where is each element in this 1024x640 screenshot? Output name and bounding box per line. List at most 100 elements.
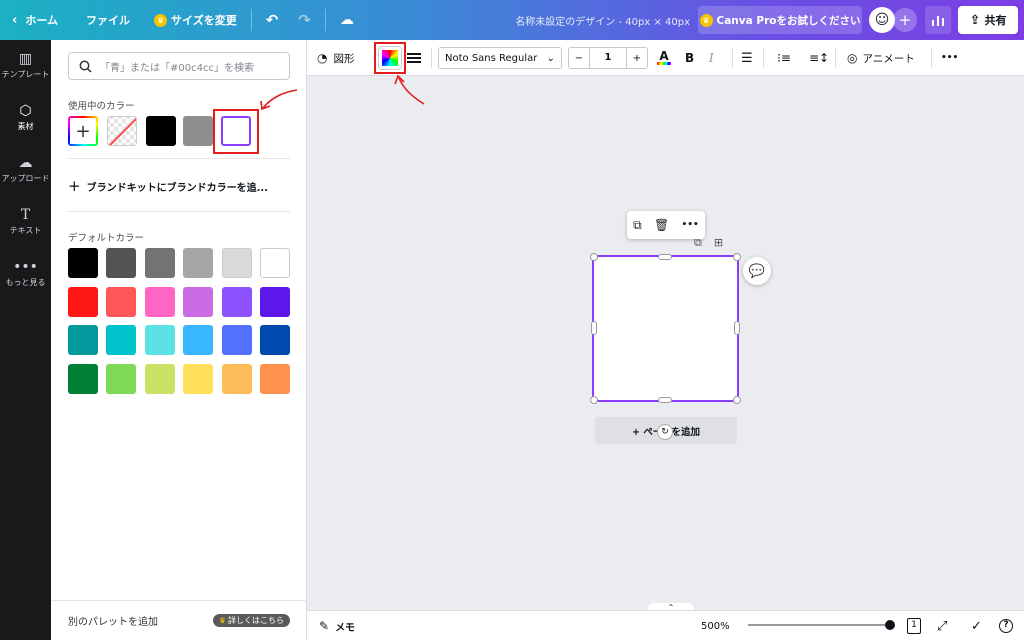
list-button[interactable]: ⁝≡	[777, 40, 791, 76]
rail-item-templates[interactable]: ▥ テンプレート	[0, 40, 51, 92]
learn-more-label: 詳しくはこちら	[228, 616, 284, 625]
help-button[interactable]: ?	[999, 611, 1013, 640]
page-count-button[interactable]: 1	[907, 611, 921, 640]
decrease-size-button[interactable]: −	[569, 53, 589, 64]
learn-more-badge[interactable]: ♛ 詳しくはこちら	[212, 614, 290, 627]
resize-handle[interactable]	[590, 396, 598, 404]
increase-size-button[interactable]: +	[627, 53, 647, 64]
rotate-handle[interactable]: ↻	[657, 424, 673, 440]
chevron-down-icon: ⌄	[546, 52, 555, 64]
zoom-slider-handle[interactable]	[885, 620, 895, 630]
color-swatch[interactable]	[183, 363, 214, 394]
text-icon: T	[20, 207, 31, 223]
color-swatch[interactable]	[144, 248, 175, 278]
color-swatch[interactable]	[144, 286, 175, 317]
resize-button[interactable]: ♛ サイズを変更	[144, 0, 247, 40]
invite-plus-button[interactable]: +	[893, 8, 917, 32]
spacing-button[interactable]: ≡↕	[809, 40, 829, 76]
color-swatch[interactable]	[68, 248, 98, 278]
fullscreen-button[interactable]: ⤢	[937, 611, 947, 640]
italic-button[interactable]: I	[709, 40, 714, 76]
transparent-swatch[interactable]	[107, 116, 137, 146]
try-pro-button[interactable]: ♛ Canva Proをお試しください	[698, 6, 862, 34]
duplicate-page-icon[interactable]: ⧉	[694, 236, 702, 250]
duplicate-icon[interactable]: ⧉	[633, 218, 642, 233]
border-style-button[interactable]	[407, 40, 421, 76]
font-size-input[interactable]: 1	[589, 47, 627, 69]
design-page[interactable]	[592, 255, 739, 402]
undo-button[interactable]: ↶	[256, 0, 289, 40]
color-swatch[interactable]	[68, 286, 98, 317]
shape-button[interactable]: ◔ 図形	[317, 40, 354, 76]
color-swatch[interactable]	[183, 248, 214, 278]
design-title[interactable]: 名称未設定のデザイン - 40px × 40px	[470, 13, 690, 28]
zoom-slider-track[interactable]	[748, 624, 888, 626]
add-page-icon[interactable]: ⊞	[714, 236, 723, 250]
notes-button[interactable]: ✎ メモ	[319, 611, 355, 640]
color-swatch[interactable]	[68, 325, 98, 355]
rail-item-uploads[interactable]: ☁ アップロード	[0, 144, 51, 196]
share-button[interactable]: ⇪ 共有	[958, 6, 1018, 34]
template-icon: ▥	[18, 51, 33, 67]
divider	[763, 48, 764, 68]
color-swatch[interactable]	[183, 325, 214, 355]
font-family-select[interactable]: Noto Sans Regular ⌄	[438, 47, 562, 69]
resize-handle[interactable]	[590, 253, 598, 261]
trash-icon[interactable]: 🗑	[654, 218, 669, 232]
cloud-save-button[interactable]: ☁	[330, 0, 364, 40]
resize-handle[interactable]	[658, 397, 672, 403]
resize-handle[interactable]	[658, 254, 672, 260]
animate-button[interactable]: ◎ アニメート	[847, 40, 915, 76]
color-swatch[interactable]	[68, 363, 98, 394]
text-color-button[interactable]: A	[657, 40, 671, 76]
color-swatch[interactable]	[106, 325, 137, 355]
rail-item-elements[interactable]: ⬡ 素材	[0, 92, 51, 144]
more-options-button[interactable]: •••	[941, 40, 958, 76]
crown-icon: ♛	[699, 13, 713, 27]
font-size-stepper[interactable]: − 1 +	[568, 47, 648, 69]
file-menu-button[interactable]: ファイル	[76, 0, 140, 40]
color-swatch[interactable]	[106, 363, 137, 394]
color-swatch[interactable]	[146, 116, 176, 146]
color-swatch[interactable]	[260, 248, 290, 278]
context-toolbar: ◔ 図形 Noto Sans Regular ⌄ − 1 + A B I ☰ ⁝…	[307, 40, 1024, 76]
redo-button[interactable]: ↷	[288, 0, 321, 40]
color-swatch[interactable]	[221, 363, 252, 394]
color-swatch[interactable]	[221, 248, 252, 278]
check-button[interactable]: ✓	[971, 611, 982, 640]
color-swatch[interactable]	[221, 325, 252, 355]
resize-handle[interactable]	[733, 396, 741, 404]
color-swatch[interactable]	[144, 363, 175, 394]
rail-item-text[interactable]: T テキスト	[0, 196, 51, 248]
add-palette-link[interactable]: 別のパレットを追加	[68, 613, 158, 628]
zoom-value[interactable]: 500%	[701, 611, 730, 640]
avatar[interactable]: ☺	[869, 7, 895, 33]
color-swatch[interactable]	[260, 363, 290, 394]
color-swatch[interactable]	[221, 286, 252, 317]
resize-handle[interactable]	[734, 321, 740, 335]
rail-item-more[interactable]: ••• もっと見る	[0, 248, 51, 300]
insights-button[interactable]	[925, 6, 951, 34]
share-label: 共有	[984, 14, 1007, 27]
font-name: Noto Sans Regular	[445, 52, 538, 64]
color-search-input[interactable]: 「青」または「#00c4cc」を検索	[68, 52, 290, 80]
bold-button[interactable]: B	[685, 40, 694, 76]
add-brand-color-button[interactable]: + ブランドキットにブランドカラーを追...	[68, 177, 268, 195]
color-swatch[interactable]	[260, 325, 290, 355]
rotate-icon: ↻	[661, 427, 669, 437]
color-swatch[interactable]	[106, 286, 137, 317]
color-swatch[interactable]	[260, 286, 290, 317]
more-dots-icon[interactable]: •••	[682, 220, 699, 230]
align-button[interactable]: ☰	[741, 40, 753, 76]
home-button[interactable]: ‹ ホーム	[0, 0, 68, 40]
text-color-icon: A	[659, 49, 669, 63]
color-swatch[interactable]	[183, 286, 214, 317]
resize-handle[interactable]	[591, 321, 597, 335]
add-color-button[interactable]: +	[68, 116, 98, 146]
color-swatch[interactable]	[144, 325, 175, 355]
fill-color-button[interactable]	[379, 47, 401, 69]
resize-handle[interactable]	[733, 253, 741, 261]
color-swatch[interactable]	[106, 248, 137, 278]
comment-button[interactable]: 💬	[743, 257, 771, 285]
color-swatch[interactable]	[183, 116, 213, 146]
